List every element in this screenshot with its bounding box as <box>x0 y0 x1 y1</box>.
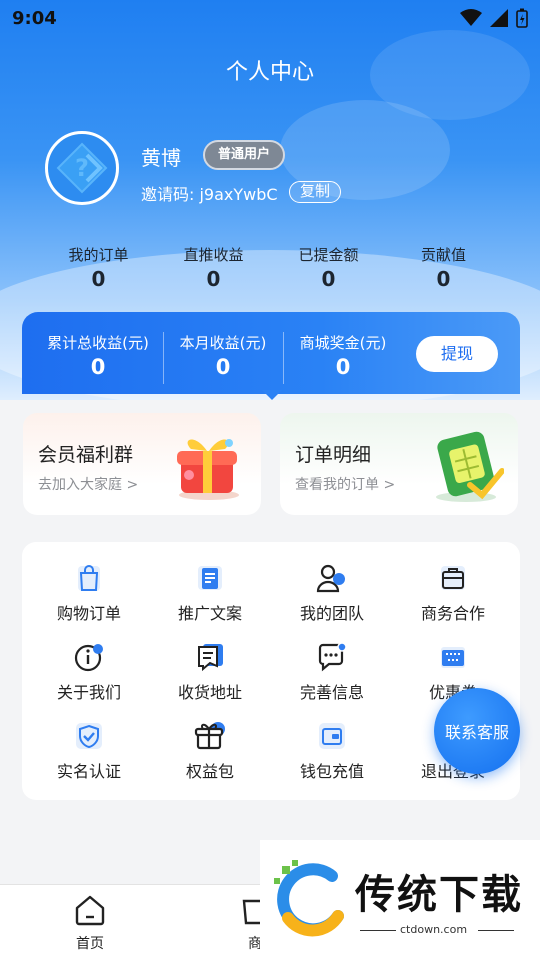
menu-item-benefit-pack[interactable]: 权益包 <box>155 720 265 782</box>
menu-item-shopping-orders[interactable]: 购物订单 <box>34 562 144 624</box>
divider <box>163 332 164 384</box>
promo-member-group[interactable]: 会员福利群 去加入大家庭 > <box>23 413 261 515</box>
menu-item-label: 推广文案 <box>177 604 242 623</box>
menu-item-complete-info[interactable]: 完善信息 <box>277 641 387 703</box>
menu-item-label: 收货地址 <box>177 683 242 702</box>
address-icon <box>198 644 223 672</box>
earnings-month: 本月收益(元) 0 <box>170 332 276 379</box>
wifi-icon <box>460 9 482 26</box>
status-time: 9:04 <box>12 8 57 29</box>
stat-contribution[interactable]: 贡献值 0 <box>386 244 501 291</box>
svg-text:?: ? <box>75 154 89 182</box>
info-icon <box>74 644 103 672</box>
earnings-label: 本月收益(元) <box>179 334 267 352</box>
menu-grid: 购物订单 推广文案 我的团队 商务合作 关于我们 收货地址 完善信息 优惠券 实… <box>22 542 520 800</box>
stat-label: 已提金额 <box>298 246 359 264</box>
earnings-mall-bonus: 商城奖金(元) 0 <box>290 332 396 379</box>
watermark-url: ctdown.com <box>400 923 468 936</box>
promo-order-details[interactable]: 订单明细 查看我的订单 > <box>280 413 518 515</box>
withdraw-button[interactable]: 提现 <box>416 336 498 372</box>
username: 黄博 <box>141 146 181 170</box>
menu-item-label: 我的团队 <box>299 604 364 623</box>
gift-box-illustration <box>177 439 239 500</box>
earnings-total: 累计总收益(元) 0 <box>42 332 154 379</box>
user-level-badge: 普通用户 <box>203 140 286 170</box>
status-icons <box>460 8 528 28</box>
stat-value: 0 <box>321 267 336 291</box>
battery-icon <box>516 8 528 28</box>
promo-title: 会员福利群 <box>38 444 134 466</box>
menu-item-label: 权益包 <box>185 762 234 781</box>
promo-subtitle: 查看我的订单 > <box>295 477 396 493</box>
stat-direct-earnings[interactable]: 直推收益 0 <box>156 244 271 291</box>
menu-item-label: 关于我们 <box>56 683 121 702</box>
copy-button[interactable]: 复制 <box>289 181 342 203</box>
menu-item-label: 完善信息 <box>299 683 364 702</box>
tab-home[interactable]: 首页 <box>45 893 135 953</box>
menu-item-label: 商务合作 <box>420 604 485 623</box>
stat-value: 0 <box>436 267 451 291</box>
sim-card-illustration <box>436 431 504 502</box>
menu-item-wallet-recharge[interactable]: 钱包充值 <box>277 720 387 782</box>
shield-check-icon <box>76 723 102 749</box>
stat-label: 我的订单 <box>68 246 129 264</box>
coupon-icon <box>441 647 465 668</box>
stats-row: 我的订单 0 直推收益 0 已提金额 0 贡献值 0 <box>41 244 501 291</box>
earnings-value: 0 <box>90 355 106 379</box>
menu-item-address[interactable]: 收货地址 <box>155 641 265 703</box>
earnings-label: 累计总收益(元) <box>47 334 149 352</box>
stat-value: 0 <box>91 267 106 291</box>
menu-item-real-name[interactable]: 实名认证 <box>34 720 144 782</box>
stat-label: 直推收益 <box>183 246 244 264</box>
stat-my-orders[interactable]: 我的订单 0 <box>41 244 156 291</box>
menu-item-label: 购物订单 <box>56 604 121 623</box>
stat-label: 贡献值 <box>420 246 466 264</box>
gift-box-icon <box>194 722 225 750</box>
earnings-card: 累计总收益(元) 0 本月收益(元) 0 商城奖金(元) 0 提现 <box>22 312 520 394</box>
earnings-value: 0 <box>215 355 231 379</box>
menu-item-label: 实名认证 <box>56 762 121 781</box>
watermark-logo-icon <box>274 860 344 937</box>
watermark-divider <box>360 930 396 931</box>
earnings-label: 商城奖金(元) <box>299 334 387 352</box>
briefcase-icon <box>441 566 465 590</box>
menu-item-about-us[interactable]: 关于我们 <box>34 641 144 703</box>
contact-support-button[interactable]: 联系客服 <box>434 688 520 774</box>
earnings-value: 0 <box>335 355 351 379</box>
watermark: 传统下载 ctdown.com <box>260 840 540 960</box>
menu-item-my-team[interactable]: 我的团队 <box>277 562 387 624</box>
chat-info-icon <box>318 642 347 672</box>
status-bar: 9:04 <box>0 0 540 36</box>
team-icon <box>316 564 345 593</box>
stat-withdrawn[interactable]: 已提金额 0 <box>271 244 386 291</box>
promo-title: 订单明细 <box>295 444 372 466</box>
avatar-placeholder-icon: ? <box>56 142 108 194</box>
page-title: 个人中心 <box>225 60 314 85</box>
watermark-divider <box>478 930 514 931</box>
watermark-text: 传统下载 <box>355 872 523 918</box>
stat-value: 0 <box>206 267 221 291</box>
menu-item-promo-copy[interactable]: 推广文案 <box>155 562 265 624</box>
menu-item-label: 钱包充值 <box>299 762 364 781</box>
document-icon <box>198 566 222 590</box>
menu-item-business[interactable]: 商务合作 <box>398 562 508 624</box>
avatar[interactable]: ? <box>45 131 119 205</box>
shopping-bag-icon <box>78 565 100 591</box>
promo-subtitle: 去加入大家庭 > <box>38 477 139 493</box>
signal-icon <box>490 9 508 27</box>
tab-label: 首页 <box>76 936 104 952</box>
wallet-icon <box>319 723 345 749</box>
divider <box>283 332 284 384</box>
home-icon <box>75 895 105 926</box>
invite-code: 邀请码: j9axYwbC <box>141 185 278 204</box>
